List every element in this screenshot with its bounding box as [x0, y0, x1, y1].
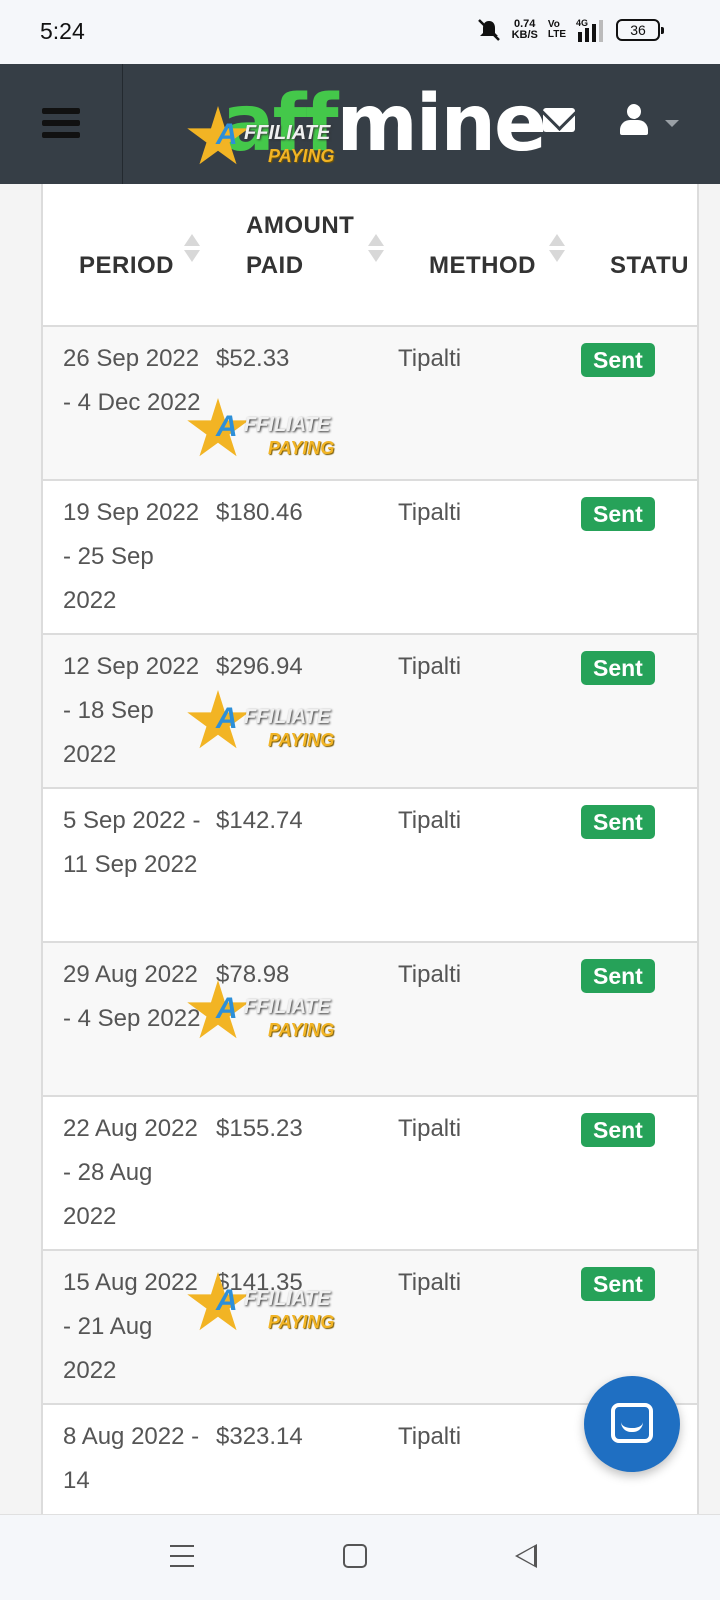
method-cell: Tipalti — [398, 345, 462, 372]
period-cell: 12 Sep 2022 - 18 Sep 2022 — [63, 653, 200, 768]
amount-cell: $142.74 — [216, 807, 303, 834]
recents-icon[interactable] — [170, 1545, 194, 1567]
status-time: 5:24 — [40, 18, 85, 44]
amount-cell: $323.14 — [216, 1423, 303, 1450]
method-cell: Tipalti — [398, 499, 462, 526]
table-row: 5 Sep 2022 - 11 Sep 2022 $142.74 Tipalti… — [43, 789, 697, 943]
table-row: 29 Aug 2022 - 4 Sep 2022 $78.98 Tipalti … — [43, 943, 697, 1097]
period-cell: 8 Aug 2022 - 14 — [63, 1423, 200, 1494]
user-icon[interactable] — [620, 104, 648, 136]
column-header-method[interactable]: METHOD — [429, 246, 536, 286]
table-row: 22 Aug 2022 - 28 Aug 2022 $155.23 Tipalt… — [43, 1097, 697, 1251]
column-header-amount-paid[interactable]: AMOUNT PAID — [246, 206, 354, 286]
table-row: 19 Sep 2022 - 25 Sep 2022 $180.46 Tipalt… — [43, 481, 697, 635]
amount-cell: $180.46 — [216, 499, 303, 526]
status-badge: Sent — [581, 1267, 655, 1301]
amount-cell: $155.23 — [216, 1115, 303, 1142]
column-header-status[interactable]: STATU — [610, 246, 689, 286]
period-cell: 29 Aug 2022 - 4 Sep 2022 — [63, 961, 201, 1032]
menu-button[interactable] — [0, 64, 123, 184]
sort-icon[interactable] — [549, 234, 565, 264]
menu-icon — [42, 108, 80, 114]
table-header: PERIOD AMOUNT PAID METHOD STATU — [43, 184, 697, 327]
affmine-logo[interactable]: affmine — [222, 74, 547, 174]
table-row: 15 Aug 2022 - 21 Aug 2022 $141.35 Tipalt… — [43, 1251, 697, 1405]
mail-icon[interactable] — [543, 108, 575, 132]
method-cell: Tipalti — [398, 807, 462, 834]
period-cell: 26 Sep 2022 - 4 Dec 2022 — [63, 345, 201, 416]
sort-icon[interactable] — [184, 234, 200, 264]
signal-icon: 4G — [576, 18, 603, 42]
battery-indicator: 36 — [616, 19, 664, 41]
status-badge: Sent — [581, 497, 655, 531]
back-icon[interactable] — [515, 1544, 537, 1568]
amount-cell: $296.94 — [216, 653, 303, 680]
status-badge: Sent — [581, 1113, 655, 1147]
system-nav-bar — [0, 1514, 720, 1600]
status-icons: 0.74 KB/S Vo LTE 4G 36 — [476, 18, 664, 42]
column-header-period[interactable]: PERIOD — [79, 246, 174, 286]
svg-text:4G: 4G — [576, 18, 588, 28]
status-badge: Sent — [581, 959, 655, 993]
payments-table: PERIOD AMOUNT PAID METHOD STATU 26 Sep 2… — [41, 184, 699, 1514]
status-badge: Sent — [581, 651, 655, 685]
home-icon[interactable] — [343, 1544, 367, 1568]
period-cell: 19 Sep 2022 - 25 Sep 2022 — [63, 499, 200, 614]
period-cell: 22 Aug 2022 - 28 Aug 2022 — [63, 1115, 198, 1230]
method-cell: Tipalti — [398, 1269, 462, 1296]
sort-icon[interactable] — [368, 234, 384, 264]
status-bar: 5:24 0.74 KB/S Vo LTE 4G 36 — [0, 0, 720, 64]
status-badge: Sent — [581, 343, 655, 377]
caret-down-icon[interactable] — [665, 120, 679, 127]
amount-cell: $78.98 — [216, 961, 290, 988]
period-cell: 15 Aug 2022 - 21 Aug 2022 — [63, 1269, 198, 1384]
table-row: 12 Sep 2022 - 18 Sep 2022 $296.94 Tipalt… — [43, 635, 697, 789]
method-cell: Tipalti — [398, 1115, 462, 1142]
period-cell: 5 Sep 2022 - 11 Sep 2022 — [63, 807, 201, 878]
mute-icon — [477, 19, 500, 41]
chat-button[interactable] — [584, 1376, 680, 1472]
volte-indicator: Vo LTE — [547, 19, 566, 40]
app-header: affmine — [0, 64, 720, 184]
method-cell: Tipalti — [398, 653, 462, 680]
method-cell: Tipalti — [398, 961, 462, 988]
amount-cell: $52.33 — [216, 345, 290, 372]
amount-cell: $141.35 — [216, 1269, 303, 1296]
method-cell: Tipalti — [398, 1423, 462, 1450]
status-badge: Sent — [581, 805, 655, 839]
net-speed: 0.74 KB/S — [511, 18, 538, 41]
table-row: 26 Sep 2022 - 4 Dec 2022 $52.33 Tipalti … — [43, 327, 697, 481]
